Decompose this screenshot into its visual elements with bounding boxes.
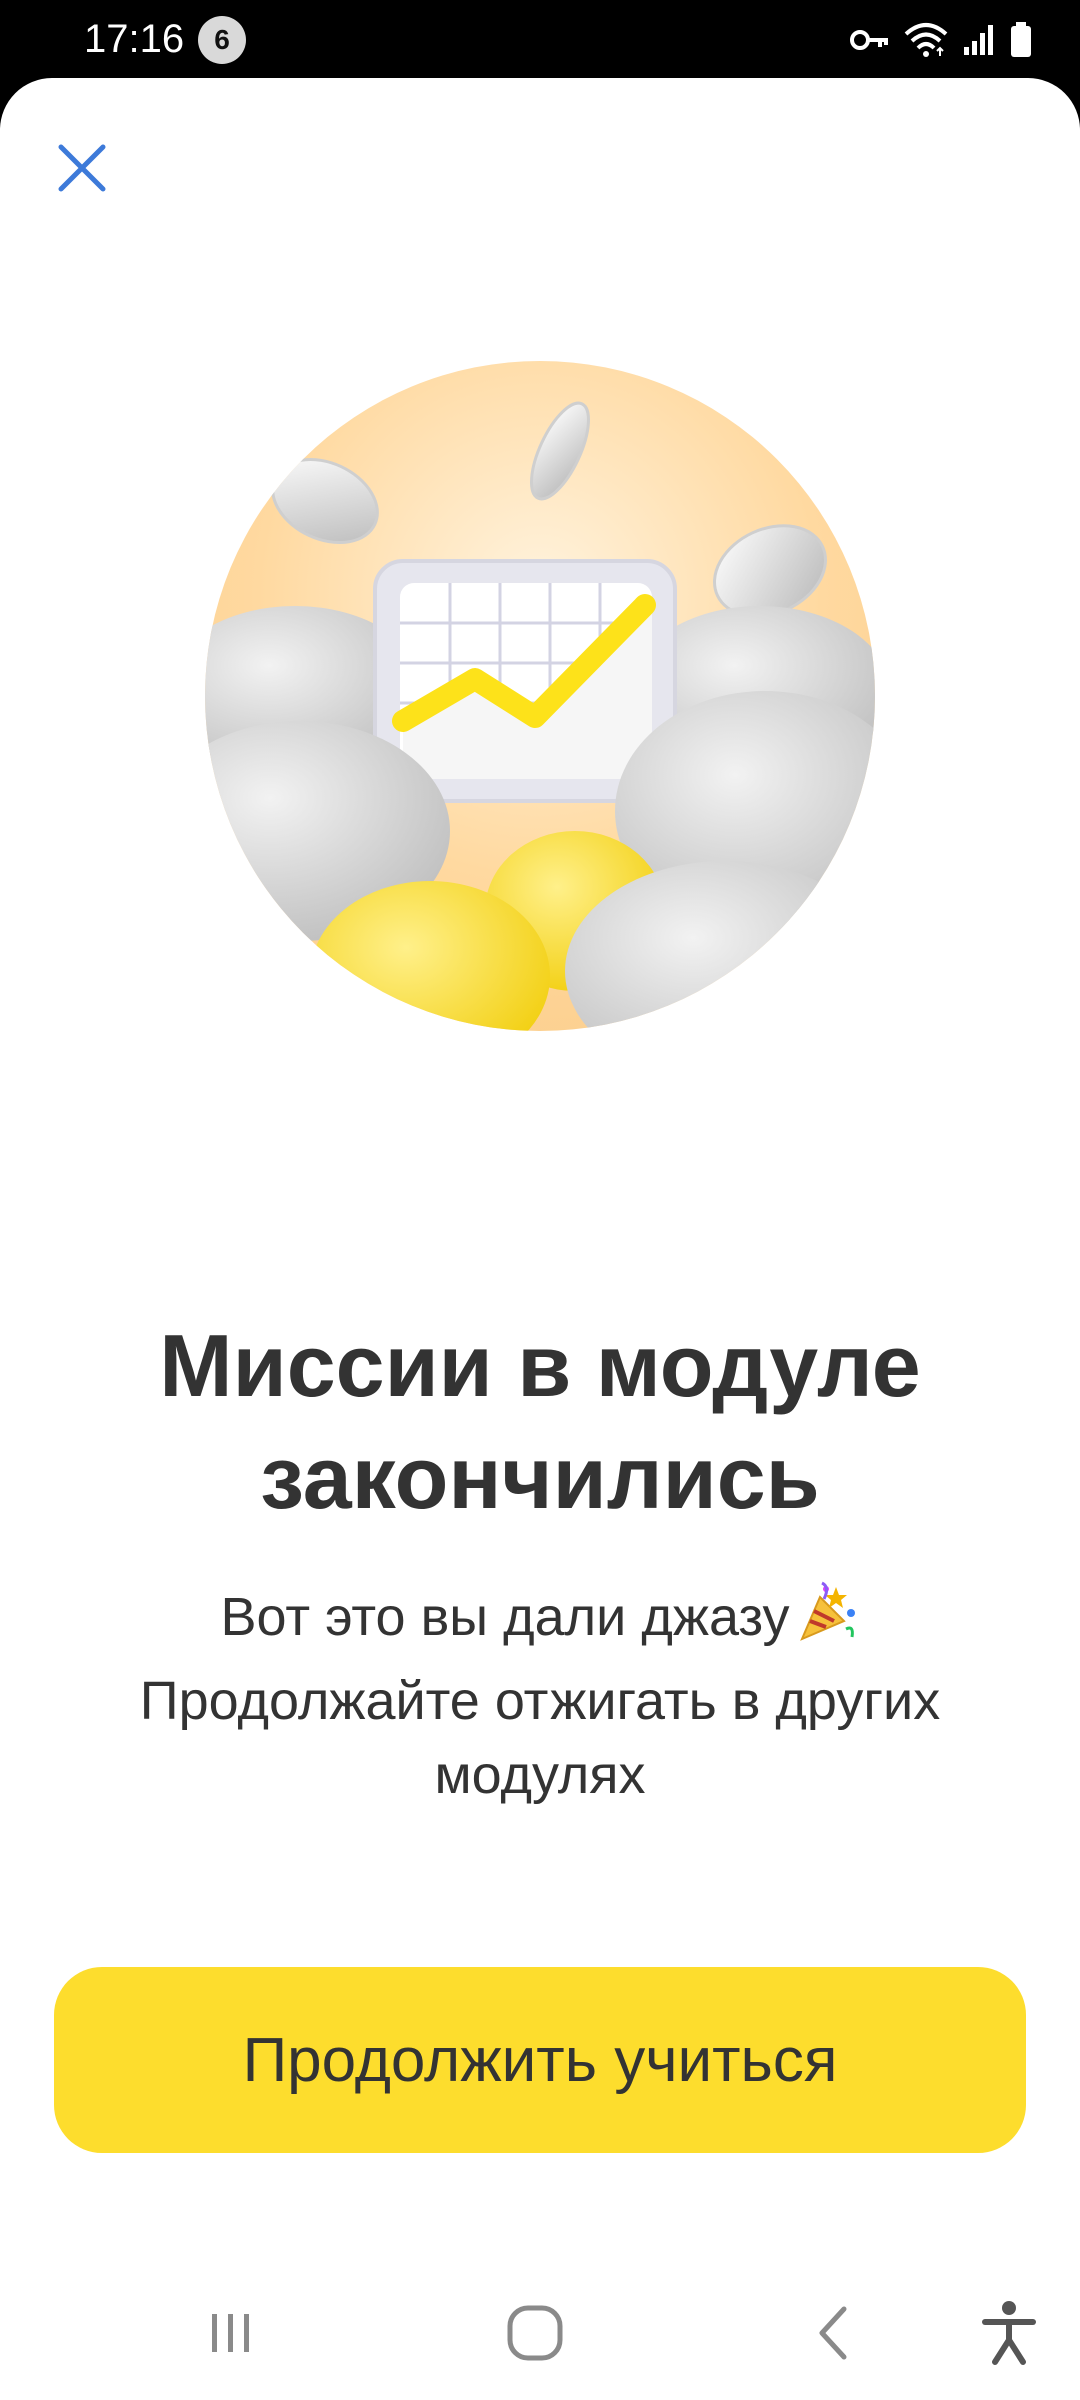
wifi-icon <box>904 22 948 58</box>
subtitle-line-1: Вот это вы дали джазу <box>40 1580 1040 1664</box>
back-button[interactable] <box>790 2290 880 2380</box>
subtitle-line-2: Продолжайте отжигать в других модулях <box>139 1671 941 1805</box>
battery-icon <box>1010 22 1032 58</box>
dialog-subtitle: Вот это вы дали джазу Продолжайте отжига… <box>40 1580 1040 1812</box>
hero-illustration <box>205 361 875 1031</box>
recent-apps-button[interactable] <box>186 2290 276 2380</box>
status-bar: 17:16 6 <box>0 0 1080 78</box>
continue-learning-button[interactable]: Продолжить учиться <box>54 1967 1026 2153</box>
accessibility-icon <box>979 2298 1039 2373</box>
subtitle-line-1-text: Вот это вы дали джазу <box>220 1587 790 1647</box>
close-icon <box>57 143 107 198</box>
mission-complete-sheet: Миссии в модуле закончились Вот это вы д… <box>0 78 1080 2400</box>
close-button[interactable] <box>40 128 124 212</box>
status-time: 17:16 <box>84 17 185 61</box>
accessibility-button[interactable] <box>964 2290 1054 2380</box>
back-icon <box>810 2303 860 2368</box>
recent-apps-icon <box>206 2308 256 2363</box>
system-nav-bar <box>0 2250 1080 2400</box>
notification-count-badge: 6 <box>198 16 246 64</box>
vpn-key-icon <box>850 27 890 53</box>
dialog-title: Миссии в модуле закончились <box>159 1316 921 1527</box>
home-button[interactable] <box>490 2290 580 2380</box>
signal-icon <box>962 23 996 57</box>
party-popper-icon <box>796 1581 860 1664</box>
status-icons <box>850 14 1032 66</box>
home-icon <box>505 2303 565 2368</box>
